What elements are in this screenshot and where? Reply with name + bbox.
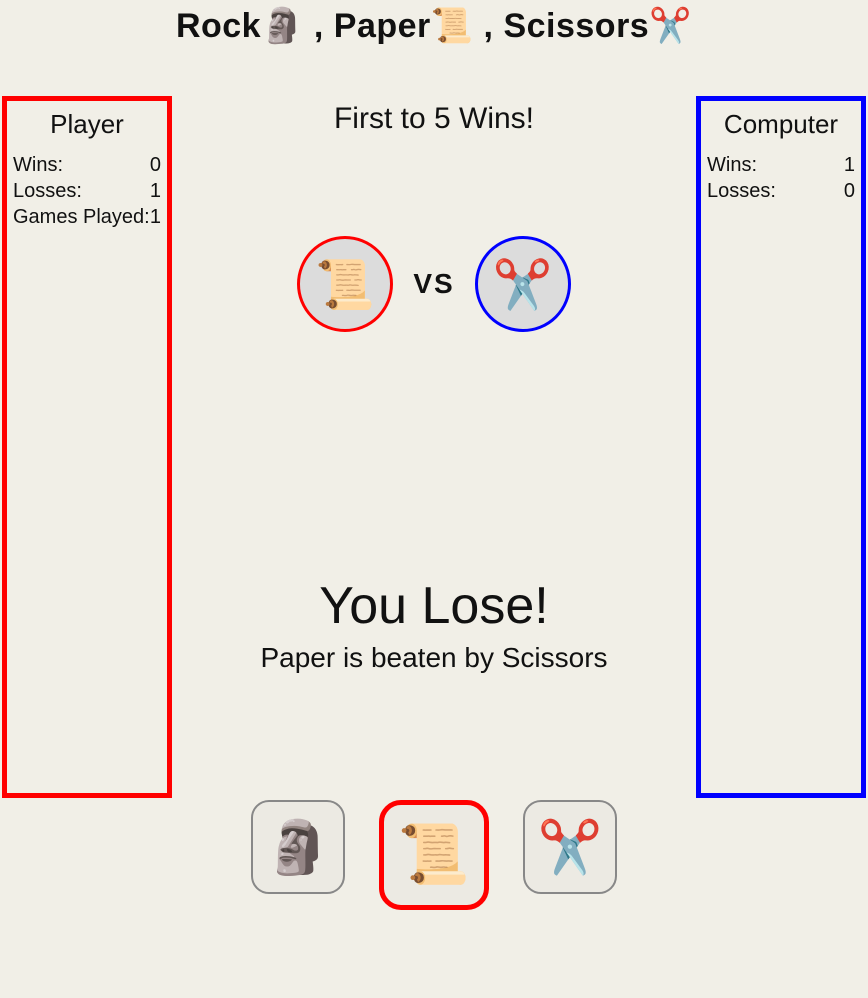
player-panel-title: Player: [13, 109, 161, 140]
game-subtitle: First to 5 Wins!: [176, 102, 692, 136]
player-losses-value: 1: [150, 178, 161, 204]
player-wins-label: Wins:: [13, 152, 63, 178]
title-word-rock: Rock: [176, 7, 261, 46]
result-explanation: Paper is beaten by Scissors: [176, 642, 692, 674]
computer-panel-title: Computer: [707, 109, 855, 140]
player-panel: Player Wins: 0 Losses: 1 Games Played: 1: [2, 96, 172, 798]
choice-rock-button[interactable]: 🗿: [251, 800, 345, 894]
paper-icon: 📜: [315, 256, 375, 313]
result-headline: You Lose!: [176, 576, 692, 636]
paper-icon: 📜: [398, 821, 470, 889]
computer-panel: Computer Wins: 1 Losses: 0: [696, 96, 866, 798]
computer-choice-chip: ✂️: [475, 236, 571, 332]
rock-icon: 🗿: [261, 7, 304, 45]
choice-paper-button[interactable]: 📜: [379, 800, 489, 910]
vs-label: VS: [413, 268, 454, 300]
computer-wins-label: Wins:: [707, 152, 757, 178]
computer-losses-value: 0: [844, 178, 855, 204]
title-word-scissors: Scissors: [503, 7, 649, 46]
player-choice-chip: 📜: [297, 236, 393, 332]
computer-wins-value: 1: [844, 152, 855, 178]
game-area: First to 5 Wins! 📜 VS ✂️ You Lose! Paper…: [176, 96, 692, 998]
player-games-label: Games Played:: [13, 204, 150, 230]
choice-buttons: 🗿 📜 ✂️: [176, 800, 692, 910]
scissors-icon: ✂️: [493, 256, 553, 313]
choice-scissors-button[interactable]: ✂️: [523, 800, 617, 894]
rock-icon: 🗿: [266, 817, 331, 878]
round-display: 📜 VS ✂️: [176, 236, 692, 332]
computer-losses-label: Losses:: [707, 178, 776, 204]
round-result: You Lose! Paper is beaten by Scissors: [176, 576, 692, 674]
title-word-paper: Paper: [334, 7, 431, 46]
player-wins-value: 0: [150, 152, 161, 178]
player-games-value: 1: [150, 204, 161, 230]
scissors-icon: ✂️: [649, 7, 692, 45]
player-losses-label: Losses:: [13, 178, 82, 204]
scissors-icon: ✂️: [538, 817, 603, 878]
paper-icon: 📜: [431, 7, 474, 45]
computer-stats: Wins: 1 Losses: 0: [707, 152, 855, 204]
page-title: Rock🗿 , Paper📜 , Scissors✂️: [0, 0, 868, 46]
player-stats: Wins: 0 Losses: 1 Games Played: 1: [13, 152, 161, 230]
